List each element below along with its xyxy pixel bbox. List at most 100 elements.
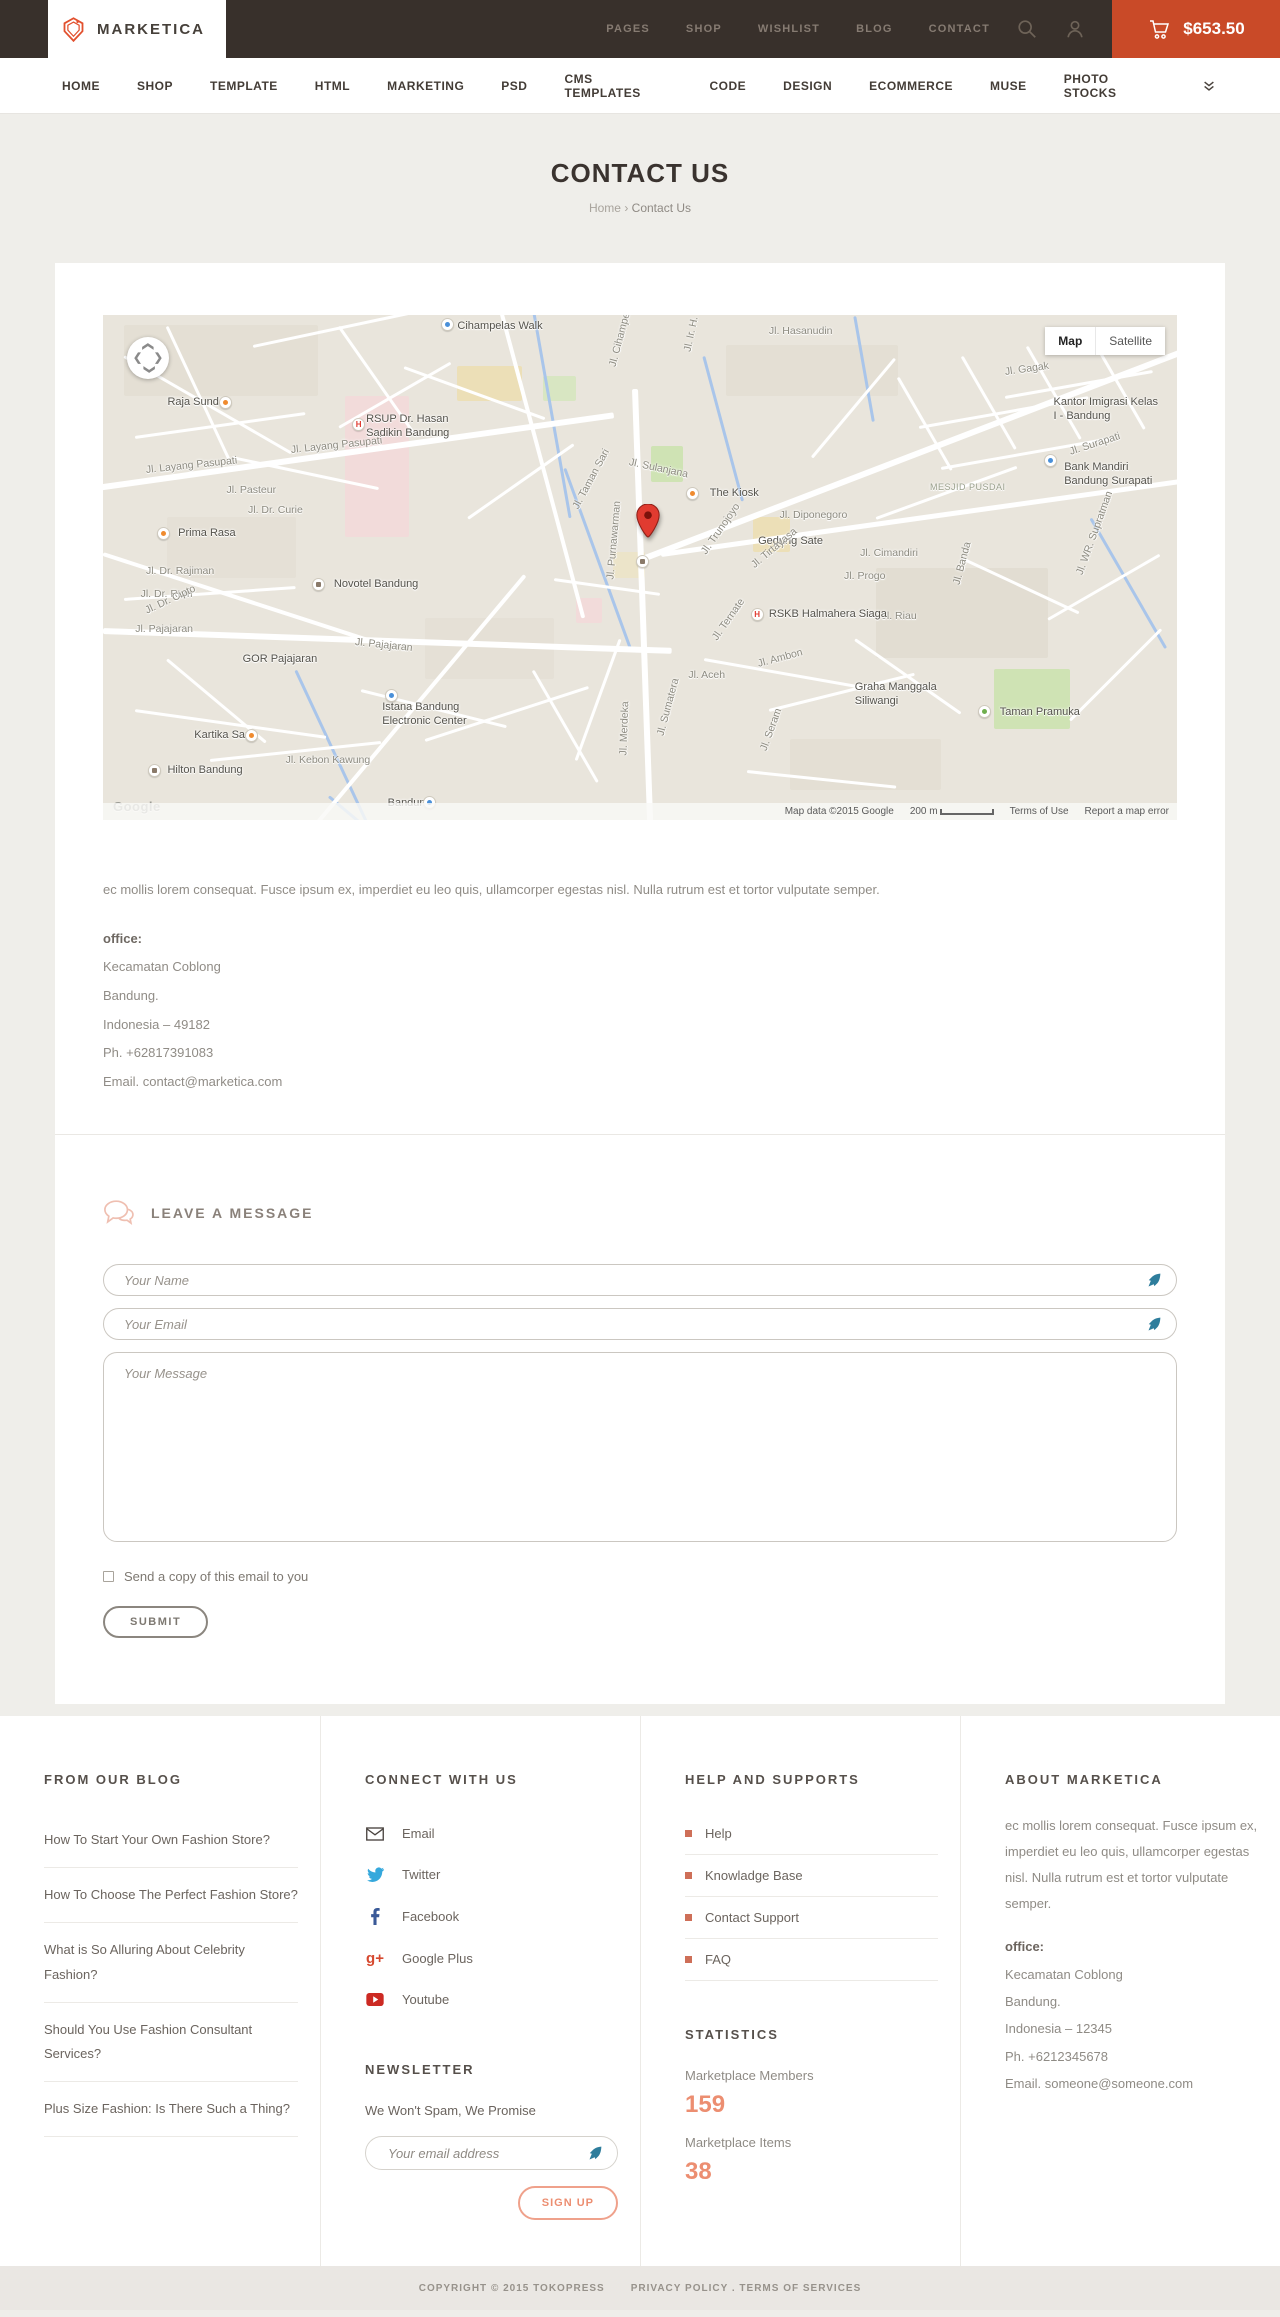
map-pin-icon xyxy=(636,503,660,543)
menu-home[interactable]: HOME xyxy=(62,79,100,93)
pan-down-icon[interactable]: ❮ xyxy=(142,365,155,374)
social-link-twitter[interactable]: Twitter xyxy=(365,1854,618,1895)
user-icon[interactable] xyxy=(1064,0,1086,58)
map-data-credit: Map data ©2015 Google xyxy=(784,806,894,817)
sign-up-button[interactable]: SIGN UP xyxy=(517,2186,618,2221)
map-poi-icon xyxy=(312,577,326,591)
office-label: office: xyxy=(103,930,142,946)
map-canvas[interactable]: Cihampelas WalkJl. HasanudinJl. Ir. H. D… xyxy=(103,315,1177,820)
menu-shop[interactable]: SHOP xyxy=(137,79,173,93)
help-link[interactable]: Contact Support xyxy=(685,1897,938,1940)
newsletter-email-input[interactable] xyxy=(365,2136,618,2171)
menu-muse[interactable]: MUSE xyxy=(990,79,1027,93)
map-scale-label: 200 m xyxy=(909,806,938,817)
office-line: Kecamatan Coblong xyxy=(103,959,221,975)
map-poi-icon xyxy=(385,688,399,702)
map-poi-icon xyxy=(441,317,455,331)
square-bullet-icon xyxy=(685,1956,692,1964)
newsletter-heading: NEWSLETTER xyxy=(365,2062,475,2078)
social-label: Facebook xyxy=(402,1909,460,1925)
help-link[interactable]: FAQ xyxy=(685,1939,938,1982)
social-link-youtube[interactable]: Youtube xyxy=(365,1979,618,2020)
nav-wishlist[interactable]: WISHLIST xyxy=(758,23,820,35)
map-button[interactable]: Map xyxy=(1045,327,1097,355)
blog-heading: FROM OUR BLOG xyxy=(44,1772,182,1788)
social-label: Twitter xyxy=(402,1867,441,1883)
pen-icon xyxy=(587,2146,602,2166)
blog-link[interactable]: How To Choose The Perfect Fashion Store? xyxy=(44,1868,298,1924)
terms-of-use-link[interactable]: Terms of Use xyxy=(1010,806,1069,817)
logo-text: MARKETICA xyxy=(97,20,205,38)
submit-button[interactable]: SUBMIT xyxy=(103,1606,209,1639)
email-input[interactable] xyxy=(103,1308,1177,1341)
stat-label: Marketplace Members xyxy=(685,2068,814,2084)
blog-link[interactable]: Should You Use Fashion Consultant Servic… xyxy=(44,2003,298,2082)
blog-link[interactable]: What is So Alluring About Celebrity Fash… xyxy=(44,1923,298,2003)
pan-left-icon[interactable]: ❮ xyxy=(133,351,142,364)
map-type-control: Map Satellite xyxy=(1045,327,1165,355)
legal-links[interactable]: PRIVACY POLICY . TERMS OF SERVICES xyxy=(631,2283,862,2294)
nav-shop[interactable]: SHOP xyxy=(686,23,722,35)
report-map-error-link[interactable]: Report a map error xyxy=(1085,806,1169,817)
menu-marketing[interactable]: MARKETING xyxy=(387,79,464,93)
menu-design[interactable]: DESIGN xyxy=(783,79,832,93)
menu-html[interactable]: HTML xyxy=(315,79,350,93)
breadcrumb-separator: › xyxy=(624,201,629,215)
copyright-bar: COPYRIGHT © 2015 TOKOPRESS PRIVACY POLIC… xyxy=(0,2266,1280,2311)
pen-icon xyxy=(1146,1317,1161,1337)
send-copy-checkbox[interactable] xyxy=(103,1571,114,1583)
logo[interactable]: MARKETICA xyxy=(48,0,226,58)
menu-photo-stocks[interactable]: PHOTO STOCKS xyxy=(1064,72,1165,100)
help-label: Help xyxy=(705,1826,732,1842)
pan-up-icon[interactable]: ❮ xyxy=(142,342,155,351)
name-input[interactable] xyxy=(103,1264,1177,1297)
leave-message-section: LEAVE A MESSAGE Send a copy of this emai… xyxy=(103,1135,1177,1639)
social-link-facebook[interactable]: Facebook xyxy=(365,1895,618,1938)
menu-psd[interactable]: PSD xyxy=(501,79,527,93)
help-link[interactable]: Knowladge Base xyxy=(685,1855,938,1898)
tag-logo-icon xyxy=(60,16,87,43)
help-heading: HELP AND SUPPORTS xyxy=(685,1772,860,1788)
message-textarea[interactable] xyxy=(103,1352,1177,1543)
nav-contact[interactable]: CONTACT xyxy=(929,23,990,35)
map-pan-control[interactable]: ❮ ❮ ❮ ❯ xyxy=(127,337,169,379)
cart-total: $653.50 xyxy=(1183,19,1245,38)
breadcrumb-home[interactable]: Home xyxy=(589,201,621,215)
blog-link[interactable]: How To Start Your Own Fashion Store? xyxy=(44,1813,298,1869)
office-line: Kecamatan Coblong xyxy=(1005,1966,1123,1982)
blog-link[interactable]: Plus Size Fashion: Is There Such a Thing… xyxy=(44,2082,298,2137)
send-copy-row: Send a copy of this email to you xyxy=(103,1569,1177,1584)
menu-ecommerce[interactable]: ECOMMERCE xyxy=(869,79,953,93)
social-link-google-plus[interactable]: g+ Google Plus xyxy=(365,1938,618,1979)
menu-cms-templates[interactable]: CMS TEMPLATES xyxy=(564,72,672,100)
menu-code[interactable]: CODE xyxy=(709,79,746,93)
youtube-icon xyxy=(365,1993,385,2007)
social-link-email[interactable]: Email xyxy=(365,1813,618,1854)
help-link[interactable]: Help xyxy=(685,1813,938,1856)
pan-right-icon[interactable]: ❯ xyxy=(154,351,163,364)
nav-blog[interactable]: BLOG xyxy=(856,23,893,35)
breadcrumb: Home › Contact Us xyxy=(0,201,1280,215)
nav-pages[interactable]: PAGES xyxy=(606,23,650,35)
newsletter-field-wrap xyxy=(365,2136,618,2171)
footer-help-column: HELP AND SUPPORTS Help Knowladge Base Co… xyxy=(640,1716,960,2267)
square-bullet-icon xyxy=(685,1830,692,1838)
about-office-block: office: Kecamatan Coblong Bandung. Indon… xyxy=(1005,1933,1258,2097)
newsletter-tagline: We Won't Spam, We Promise xyxy=(365,2103,536,2119)
office-line: Ph. +6212345678 xyxy=(1005,2048,1109,2064)
office-line: Email. someone@someone.com xyxy=(1005,2075,1194,2091)
social-label: Google Plus xyxy=(402,1951,473,1967)
office-block: office: Kecamatan Coblong Bandung. Indon… xyxy=(103,925,1177,1097)
menu-template[interactable]: TEMPLATE xyxy=(210,79,278,93)
map-scalebar xyxy=(939,808,994,815)
cart-button[interactable]: $653.50 xyxy=(1112,0,1280,58)
map-poi-icon xyxy=(156,527,170,541)
footer-blog-column: FROM OUR BLOG How To Start Your Own Fash… xyxy=(0,1716,320,2266)
top-header: MARKETICA PAGES SHOP WISHLIST BLOG CONTA… xyxy=(0,0,1280,58)
contact-intro: ec mollis lorem consequat. Fusce ipsum e… xyxy=(103,882,880,897)
page-title: CONTACT US xyxy=(550,158,730,188)
main-menu: HOME SHOP TEMPLATE HTML MARKETING PSD CM… xyxy=(0,58,1280,114)
search-icon[interactable] xyxy=(1016,0,1038,58)
satellite-button[interactable]: Satellite xyxy=(1096,327,1165,355)
chevron-double-down-icon[interactable] xyxy=(1202,79,1216,93)
